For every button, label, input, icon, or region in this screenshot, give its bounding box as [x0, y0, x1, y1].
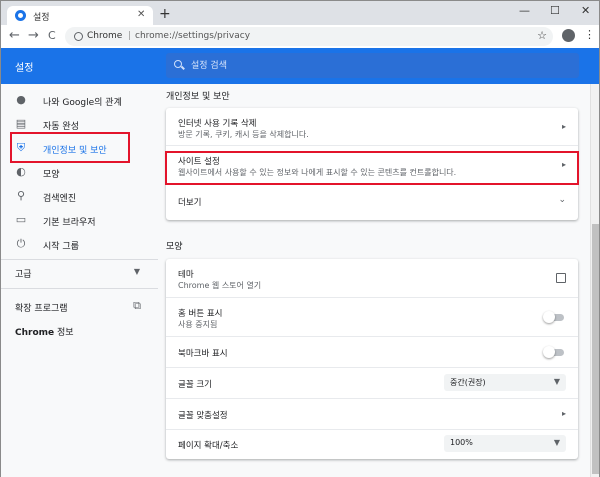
sidebar: ● 나와 Google의 관계 ▤ 자동 완성 ⛨ 개인정보 및 보안 ◐ 모양…: [0, 84, 158, 477]
external-link-icon: ⧉: [133, 299, 141, 312]
search-input[interactable]: [191, 58, 561, 73]
caret-down-icon: ▼: [553, 377, 560, 386]
sidebar-item-about[interactable]: Chrome 정보: [1, 320, 158, 342]
sidebar-item-label: 확장 프로그램: [15, 304, 68, 314]
site-chip: Chrome: [87, 31, 123, 41]
page-zoom-row: 페이지 확대/축소 100% ▼: [166, 430, 578, 459]
sidebar-item-search-engine[interactable]: ⚲ 검색엔진: [1, 186, 158, 208]
clear-browsing-data-row[interactable]: 인터넷 사용 기록 삭제 방문 기록, 쿠키, 캐시 등을 삭제합니다. ▸: [166, 108, 578, 145]
font-size-row: 글꼴 크기 중간(권장) ▼: [166, 368, 578, 398]
about-chrome-rest: 정보: [54, 328, 74, 338]
minimize-button[interactable]: —: [519, 4, 530, 17]
gear-icon: [15, 10, 26, 21]
profile-avatar[interactable]: [562, 29, 575, 42]
caret-down-icon: ▼: [133, 267, 141, 276]
back-button[interactable]: ←: [9, 28, 20, 43]
row-title: 테마: [178, 270, 194, 280]
customize-fonts-row[interactable]: 글꼴 맞춤설정 ▸: [166, 399, 578, 429]
row-title: 더보기: [178, 198, 202, 208]
chrome-icon: [74, 32, 83, 41]
close-window-button[interactable]: ✕: [581, 4, 590, 17]
row-title: 글꼴 맞춤설정: [178, 411, 228, 421]
tab-bar: 설정 ✕ + — ☐ ✕: [0, 0, 600, 26]
chevron-down-icon: ⌄: [558, 195, 566, 205]
page-zoom-select[interactable]: 100% ▼: [444, 435, 566, 452]
arrow-right-icon: ▸: [561, 122, 566, 131]
row-title: 북마크바 표시: [178, 349, 228, 359]
menu-icon[interactable]: ⋮: [584, 28, 595, 41]
sidebar-divider: [1, 259, 158, 260]
home-button-toggle[interactable]: [543, 311, 564, 323]
sidebar-item-advanced[interactable]: 고급 ▼: [1, 262, 158, 284]
bookmark-star-icon[interactable]: ☆: [537, 29, 547, 42]
search-icon: [174, 60, 182, 68]
scrollbar-thumb[interactable]: [592, 224, 599, 474]
select-value: 중간(권장): [450, 378, 486, 387]
bookmarks-bar-toggle[interactable]: [543, 346, 564, 358]
sidebar-item-you-and-google[interactable]: ● 나와 Google의 관계: [1, 90, 158, 112]
highlight-box-site-settings: [165, 151, 579, 185]
sidebar-item-label: 기본 브라우저: [43, 218, 96, 228]
main-content: 개인정보 및 보안 인터넷 사용 기록 삭제 방문 기록, 쿠키, 캐시 등을 …: [157, 84, 600, 477]
sidebar-item-label: 고급: [15, 270, 32, 280]
sidebar-item-default-browser[interactable]: ▭ 기본 브라우저: [1, 210, 158, 232]
row-title: 글꼴 크기: [178, 380, 212, 390]
section-title-appearance: 모양: [166, 242, 183, 252]
appearance-card: 테마 Chrome 웹 스토어 열기 홈 버튼 표시 사용 중지됨 북마크바 표…: [166, 259, 578, 459]
sidebar-item-on-startup[interactable]: ⏻ 시작 그룹: [1, 234, 158, 256]
browser-toolbar: ← → C Chrome | chrome://settings/privacy…: [0, 25, 600, 48]
theme-row[interactable]: 테마 Chrome 웹 스토어 열기: [166, 259, 578, 297]
tab-title: 설정: [33, 13, 50, 23]
sidebar-item-appearance[interactable]: ◐ 모양: [1, 162, 158, 184]
url-text[interactable]: chrome://settings/privacy: [135, 31, 250, 41]
home-button-row: 홈 버튼 표시 사용 중지됨: [166, 298, 578, 336]
external-link-icon[interactable]: [556, 273, 566, 283]
forward-button[interactable]: →: [28, 28, 39, 43]
new-tab-button[interactable]: +: [159, 6, 171, 22]
tab-settings[interactable]: 설정 ✕: [7, 6, 153, 26]
section-title-privacy: 개인정보 및 보안: [166, 92, 230, 102]
row-title: 홈 버튼 표시: [178, 309, 223, 319]
reload-button[interactable]: C: [48, 29, 56, 42]
page-title: 설정: [15, 63, 34, 74]
search-icon: ⚲: [16, 189, 26, 202]
more-row[interactable]: 더보기 ⌄: [166, 184, 578, 220]
sidebar-item-label: 자동 완성: [43, 122, 79, 132]
font-size-select[interactable]: 중간(권장) ▼: [444, 374, 566, 391]
sidebar-item-label: 시작 그룹: [43, 242, 79, 252]
row-subtitle: 사용 중지됨: [178, 320, 218, 329]
scrollbar[interactable]: [590, 84, 600, 477]
sidebar-item-label: 모양: [43, 170, 60, 180]
person-icon: ●: [16, 93, 26, 106]
settings-search[interactable]: [166, 53, 579, 78]
row-subtitle: Chrome 웹 스토어 열기: [178, 281, 262, 290]
sidebar-item-label: 검색엔진: [43, 194, 77, 204]
sidebar-item-extensions[interactable]: 확장 프로그램 ⧉: [1, 296, 158, 318]
browser-icon: ▭: [15, 213, 27, 226]
select-value: 100%: [450, 438, 473, 447]
palette-icon: ◐: [16, 165, 26, 178]
sidebar-divider: [1, 288, 158, 289]
settings-header: 설정: [0, 48, 600, 84]
row-subtitle: 방문 기록, 쿠키, 캐시 등을 삭제합니다.: [178, 130, 309, 139]
row-title: 인터넷 사용 기록 삭제: [178, 119, 257, 129]
caret-down-icon: ▼: [553, 438, 560, 447]
address-bar[interactable]: Chrome | chrome://settings/privacy ☆: [65, 27, 553, 46]
about-chrome-bold: Chrome: [15, 328, 55, 338]
url-separator: |: [128, 31, 132, 41]
highlight-box-privacy: [10, 132, 130, 163]
sidebar-item-label: 나와 Google의 관계: [43, 98, 122, 108]
maximize-button[interactable]: ☐: [550, 4, 560, 17]
bookmarks-bar-row: 북마크바 표시: [166, 337, 578, 367]
row-title: 페이지 확대/축소: [178, 441, 239, 451]
power-icon: ⏻: [16, 237, 26, 250]
arrow-right-icon: ▸: [561, 409, 566, 418]
clipboard-icon: ▤: [15, 117, 27, 130]
tab-close-button[interactable]: ✕: [137, 9, 145, 20]
sidebar-item-label: Chrome 정보: [15, 325, 74, 338]
